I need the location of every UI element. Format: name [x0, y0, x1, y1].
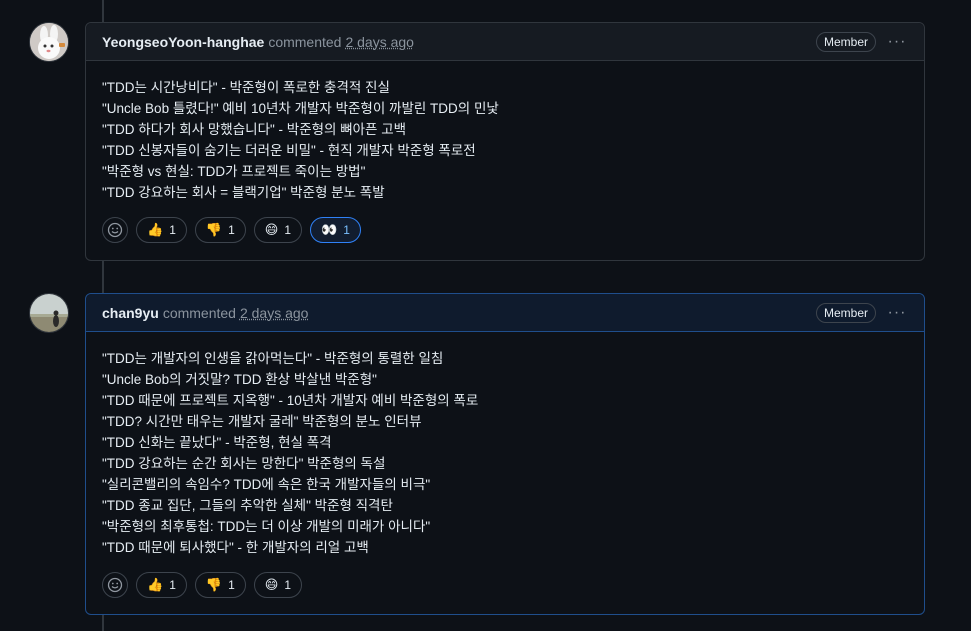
reaction-thumbs-up-button[interactable]: 👍 1 [136, 217, 187, 243]
comment-line: "TDD 하다가 회사 망했습니다" - 박준형의 뼈아픈 고백 [102, 122, 407, 137]
reactions-bar: 👍 1 👎 1 😄 1 👀 1 [86, 203, 924, 259]
comment-line: "TDD 강요하는 순간 회사는 망한다" 박준형의 독설 [102, 456, 386, 471]
reaction-count: 1 [169, 223, 176, 237]
kebab-menu-icon[interactable]: ··· [886, 33, 908, 51]
reaction-thumbs-down-button[interactable]: 👎 1 [194, 217, 246, 243]
comment-timestamp[interactable]: 2 days ago [240, 305, 309, 321]
comment-line: "TDD 때문에 퇴사했다" - 한 개발자의 리얼 고백 [102, 540, 369, 555]
laugh-icon: 😄 [264, 222, 279, 238]
avatar-landscape-image [30, 294, 68, 332]
reaction-eyes-button[interactable]: 👀 1 [310, 217, 361, 243]
thumbs-up-icon: 👍 [147, 577, 164, 593]
reaction-count: 1 [228, 578, 235, 592]
comment-line: "TDD? 시간만 태우는 개발자 굴레" 박준형의 분노 인터뷰 [102, 414, 422, 429]
comment-line: "TDD는 개발자의 인생을 갉아먹는다" - 박준형의 통렬한 일침 [102, 351, 444, 366]
reaction-laugh-button[interactable]: 😄 1 [253, 572, 302, 598]
smiley-icon [107, 222, 123, 238]
reaction-laugh-button[interactable]: 😄 1 [253, 217, 302, 243]
smiley-icon [107, 577, 123, 593]
member-badge: Member [815, 31, 876, 52]
avatar-bunny-image [30, 23, 68, 61]
kebab-menu-icon[interactable]: ··· [886, 304, 908, 322]
comment-line: "TDD 신화는 끝났다" - 박준형, 현실 폭격 [102, 435, 332, 450]
comment-line: "실리콘밸리의 속임수? TDD에 속은 한국 개발자들의 비극" [102, 477, 431, 492]
comment-line: "박준형 vs 현실: TDD가 프로젝트 죽이는 방법" [102, 164, 366, 179]
reaction-count: 1 [284, 223, 291, 237]
laugh-icon: 😄 [264, 577, 279, 593]
comment-timestamp[interactable]: 2 days ago [345, 34, 414, 50]
comment-line: "Uncle Bob 틀렸다!" 예비 10년차 개발자 박준형이 까발린 TD… [102, 101, 499, 116]
comment-line: "TDD 때문에 프로젝트 지옥행" - 10년차 개발자 예비 박준형의 폭로 [102, 393, 479, 408]
comment-verb: commented [162, 304, 236, 321]
thumbs-down-icon: 👎 [205, 577, 223, 593]
reaction-thumbs-up-button[interactable]: 👍 1 [136, 572, 187, 598]
comment-author[interactable]: YeongseoYoon-hanghae [102, 34, 264, 50]
avatar[interactable] [29, 293, 69, 333]
comment-author[interactable]: chan9yu [102, 305, 159, 321]
thumbs-up-icon: 👍 [147, 222, 164, 238]
reaction-count: 1 [228, 223, 235, 237]
member-badge: Member [815, 302, 876, 323]
comment-card: chan9yu commented 2 days ago Member ··· … [85, 293, 925, 615]
thumbs-down-icon: 👎 [205, 222, 223, 238]
comment-line: "TDD는 시간낭비다" - 박준형이 폭로한 충격적 진실 [102, 80, 390, 95]
comment-body: "TDD는 시간낭비다" - 박준형이 폭로한 충격적 진실 "Uncle Bo… [86, 61, 924, 203]
add-reaction-button[interactable] [102, 572, 128, 598]
reactions-bar: 👍 1 👎 1 😄 1 [86, 558, 924, 614]
eyes-icon: 👀 [321, 222, 338, 238]
comment-line: "TDD 종교 집단, 그들의 추악한 실체" 박준형 직격탄 [102, 498, 393, 513]
comment-line: "TDD 강요하는 회사 = 블랙기업" 박준형 분노 폭발 [102, 185, 385, 200]
add-reaction-button[interactable] [102, 217, 128, 243]
avatar[interactable] [29, 22, 69, 62]
comment-verb: commented [268, 33, 342, 50]
reaction-count: 1 [169, 578, 176, 592]
reaction-count: 1 [343, 223, 350, 237]
comment-line: "Uncle Bob의 거짓말? TDD 환상 박살낸 박준형" [102, 372, 377, 387]
comment-card: YeongseoYoon-hanghae commented 2 days ag… [85, 22, 925, 261]
reaction-count: 1 [284, 578, 291, 592]
reaction-thumbs-down-button[interactable]: 👎 1 [194, 572, 246, 598]
comment-line: "TDD 신봉자들이 숨기는 더러운 비밀" - 현직 개발자 박준형 폭로전 [102, 143, 476, 158]
comment-header: YeongseoYoon-hanghae commented 2 days ag… [86, 23, 924, 61]
comment-line: "박준형의 최후통첩: TDD는 더 이상 개발의 미래가 아니다" [102, 519, 431, 534]
comment-header: chan9yu commented 2 days ago Member ··· [86, 294, 924, 332]
comment-body: "TDD는 개발자의 인생을 갉아먹는다" - 박준형의 통렬한 일침 "Unc… [86, 332, 924, 558]
